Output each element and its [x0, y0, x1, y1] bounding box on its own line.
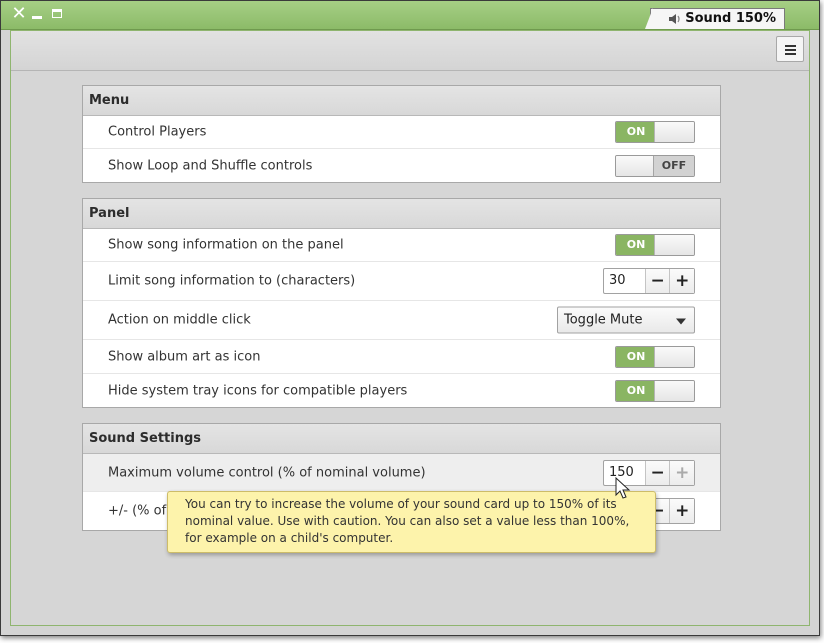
setting-row-limit-chars: Limit song information to (characters) 3… — [83, 262, 720, 301]
switch-knob — [616, 155, 656, 176]
switch-state: ON — [616, 346, 656, 367]
middle-click-dropdown[interactable]: Toggle Mute — [557, 306, 695, 334]
album-art-switch[interactable]: ON — [615, 345, 695, 368]
limit-chars-input[interactable]: 30 — [604, 269, 646, 293]
setting-label: +/- (% of — [108, 503, 167, 519]
switch-knob — [654, 235, 694, 255]
section-title: Panel — [83, 199, 720, 229]
setting-label: Limit song information to (characters) — [108, 273, 356, 289]
switch-knob — [654, 380, 694, 401]
switch-state: ON — [616, 122, 656, 142]
settings-window: ✕ Sound 150% Menu Control Players ON Sho… — [0, 0, 820, 636]
switch-state: ON — [616, 380, 656, 401]
minimize-icon[interactable] — [28, 5, 46, 23]
setting-row-control-players: Control Players ON — [83, 116, 720, 149]
menu-section: Menu Control Players ON Show Loop and Sh… — [82, 85, 721, 183]
setting-label: Action on middle click — [108, 312, 251, 328]
maximize-icon[interactable] — [49, 5, 67, 23]
loop-shuffle-switch[interactable]: OFF — [615, 154, 695, 177]
panel-section: Panel Show song information on the panel… — [82, 198, 721, 408]
increment-button[interactable]: + — [670, 269, 694, 293]
close-icon[interactable]: ✕ — [10, 5, 28, 23]
switch-knob — [654, 122, 694, 142]
title-bar[interactable]: ✕ Sound 150% — [1, 1, 819, 30]
dropdown-value: Toggle Mute — [564, 312, 643, 328]
limit-chars-spinbutton: 30 − + — [603, 268, 695, 294]
setting-label: Control Players — [108, 124, 207, 140]
setting-label: Show Loop and Shuffle controls — [108, 158, 313, 173]
switch-state: OFF — [653, 155, 694, 176]
window-title: Sound 150% — [685, 11, 776, 26]
toolbar — [11, 31, 809, 71]
hamburger-menu-button[interactable] — [776, 36, 804, 62]
setting-row-middle-click: Action on middle click Toggle Mute — [83, 301, 720, 340]
tooltip: You can try to increase the volume of yo… — [167, 491, 656, 553]
setting-label: Show song information on the panel — [108, 237, 344, 253]
setting-label: Show album art as icon — [108, 349, 261, 364]
setting-label: Maximum volume control (% of nominal vol… — [108, 465, 426, 480]
song-info-switch[interactable]: ON — [615, 234, 695, 256]
chevron-down-icon — [676, 318, 686, 325]
setting-row-hide-tray: Hide system tray icons for compatible pl… — [83, 374, 720, 407]
setting-row-album-art: Show album art as icon ON — [83, 340, 720, 374]
section-title: Menu — [83, 86, 720, 116]
control-players-switch[interactable]: ON — [615, 121, 695, 143]
decrement-button[interactable]: − — [645, 269, 671, 293]
setting-label: Hide system tray icons for compatible pl… — [108, 383, 408, 398]
speaker-icon — [669, 14, 680, 24]
switch-knob — [654, 346, 694, 367]
window-title-tab: Sound 150% — [645, 8, 785, 29]
tooltip-text: You can try to increase the volume of yo… — [185, 497, 630, 545]
setting-row-loop-shuffle: Show Loop and Shuffle controls OFF — [83, 149, 720, 182]
hide-tray-switch[interactable]: ON — [615, 379, 695, 402]
decrement-button[interactable]: − — [645, 460, 671, 485]
mouse-pointer-icon — [615, 477, 631, 499]
section-title: Sound Settings — [83, 424, 720, 454]
increment-button[interactable]: + — [670, 460, 694, 485]
switch-state: ON — [616, 235, 656, 255]
setting-row-song-info: Show song information on the panel ON — [83, 229, 720, 262]
increment-button[interactable]: + — [670, 499, 694, 523]
